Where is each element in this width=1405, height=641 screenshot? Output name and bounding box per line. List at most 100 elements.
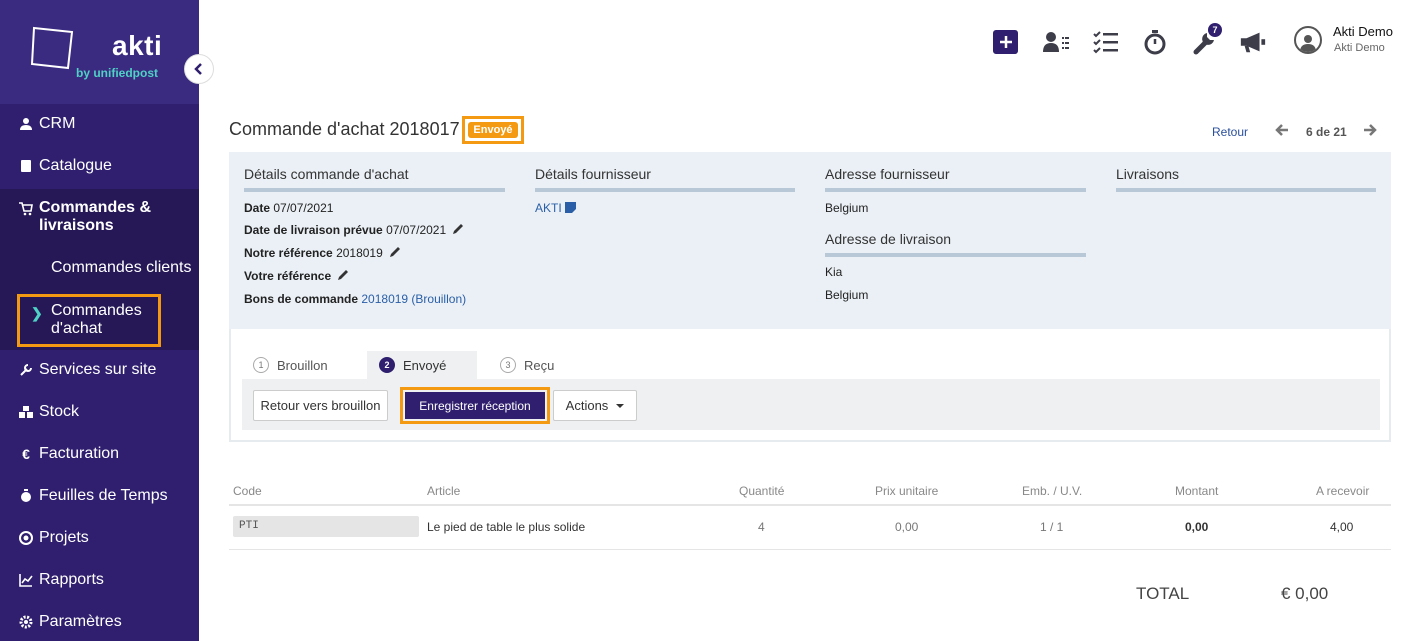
column-header-to-receive: A recevoir: [1316, 484, 1370, 498]
table-header-divider: [229, 504, 1391, 506]
edit-delivery-date-icon[interactable]: [452, 223, 464, 235]
gear-icon: [19, 615, 33, 629]
stopwatch-icon: [1144, 30, 1166, 55]
user-name[interactable]: Akti Demo: [1333, 24, 1393, 39]
delivery-address-title: Adresse de livraison: [825, 231, 1086, 257]
sidebar-item-reports[interactable]: Rapports: [0, 570, 199, 590]
notification-badge: 7: [1208, 23, 1222, 37]
supplier-country: Belgium: [825, 201, 869, 215]
person-icon: [19, 117, 33, 131]
order-date-value: 07/07/2021: [273, 201, 334, 215]
delivery-address-line1: Kia: [825, 265, 843, 279]
megaphone-icon: [1240, 32, 1266, 53]
edit-your-reference-icon[interactable]: [337, 269, 349, 281]
add-button[interactable]: [993, 30, 1018, 54]
tab-step-draft[interactable]: 1 Brouillon: [241, 351, 356, 379]
supplier-address-title: Adresse fournisseur: [825, 166, 1086, 192]
register-reception-button[interactable]: Enregistrer réception: [405, 392, 545, 419]
boxes-icon: [19, 405, 33, 419]
table-cell-quantity[interactable]: 4: [758, 520, 765, 534]
sidebar-item-label: CRM: [39, 115, 76, 132]
collapse-sidebar-button[interactable]: [184, 54, 214, 84]
checklist-icon: [1093, 31, 1118, 54]
sidebar-item-label: Feuilles de Temps: [39, 487, 168, 504]
sidebar-item-label: Catalogue: [39, 157, 112, 174]
stopwatch-icon: [19, 489, 33, 503]
step-label: Reçu: [524, 357, 555, 373]
contacts-icon: [1043, 32, 1069, 52]
our-reference: Notre référence 2018019: [244, 246, 401, 260]
table-cell-pack: 1 / 1: [1040, 520, 1064, 534]
book-icon: [19, 159, 33, 173]
column-header-amount: Montant: [1175, 484, 1219, 498]
column-header-pack: Emb. / U.V.: [1022, 484, 1083, 498]
your-reference-label: Votre référence: [244, 269, 332, 283]
sidebar-item-timesheets[interactable]: Feuilles de Temps: [0, 486, 199, 506]
plus-icon: [999, 36, 1012, 48]
sidebar-item-label: Rapports: [39, 571, 104, 588]
arrow-left-icon[interactable]: [1274, 122, 1290, 138]
table-cell-unit-price[interactable]: 0,00: [895, 520, 918, 534]
tab-step-sent[interactable]: 2 Envoyé: [367, 351, 477, 379]
table-cell-to-receive: 4,00: [1330, 520, 1354, 534]
page-title: Commande d'achat 2018017: [229, 119, 460, 139]
details-panel: Détails commande d'achat Date 07/07/2021…: [229, 152, 1391, 329]
sidebar-item-catalogue[interactable]: Catalogue: [0, 156, 199, 176]
sidebar-item-facturation[interactable]: € Facturation: [0, 444, 199, 464]
column-header-article: Article: [427, 484, 461, 498]
user-avatar[interactable]: [1294, 26, 1322, 54]
purchase-order-link[interactable]: 2018019 (Brouillon): [361, 292, 466, 306]
deliveries-title: Livraisons: [1116, 166, 1376, 192]
supplier-name: AKTI: [535, 201, 577, 215]
sidebar-item-label: Projets: [39, 529, 89, 546]
action-bar: Retour vers brouillon Enregistrer récept…: [242, 379, 1380, 430]
supplier-link[interactable]: AKTI: [535, 201, 562, 215]
arrow-right-icon[interactable]: [1362, 122, 1378, 138]
akti-logo-icon: [30, 26, 74, 70]
register-reception-highlight: Enregistrer réception: [400, 387, 550, 424]
step-number: 2: [379, 357, 395, 373]
delivery-date: Date de livraison prévue 07/07/2021: [244, 223, 464, 237]
caret-down-icon: [616, 403, 625, 408]
tasks-button[interactable]: [1092, 28, 1120, 56]
chart-icon: [19, 573, 33, 587]
sidebar-subitem-achat[interactable]: ❯ Commandes d'achat: [17, 294, 161, 347]
user-company: Akti Demo: [1334, 42, 1385, 54]
sidebar-item-stock[interactable]: Stock: [0, 402, 199, 422]
tab-step-received[interactable]: 3 Reçu: [488, 351, 588, 379]
app: akti by unifiedpost CRM Catalogue Comman…: [0, 0, 1405, 641]
wrench-icon: [19, 363, 33, 377]
table-cell-article: Le pied de table le plus solide: [427, 520, 586, 534]
back-to-draft-button[interactable]: Retour vers brouillon: [253, 390, 388, 421]
sidebar-item-services[interactable]: Services sur site: [0, 360, 199, 380]
timer-button[interactable]: [1141, 28, 1169, 56]
sidebar-subitem-clients[interactable]: Commandes clients: [51, 259, 192, 277]
step-label: Envoyé: [403, 357, 447, 373]
step-number: 1: [253, 357, 269, 373]
sidebar-item-projects[interactable]: Projets: [0, 528, 199, 548]
status-badge: Envoyé: [462, 116, 524, 144]
announcements-button[interactable]: [1239, 28, 1267, 56]
sidebar-item-label: Stock: [39, 403, 80, 420]
note-icon[interactable]: [565, 202, 577, 213]
delivery-country: Belgium: [825, 288, 869, 302]
sidebar-item-crm[interactable]: CRM: [0, 114, 199, 134]
delivery-date-value: 07/07/2021: [386, 223, 447, 237]
sidebar-item-settings[interactable]: Paramètres: [0, 612, 199, 632]
user-icon: [1300, 35, 1316, 52]
cart-icon: [19, 202, 33, 216]
back-link[interactable]: Retour: [1212, 125, 1248, 139]
euro-icon: €: [22, 446, 30, 462]
column-header-quantity: Quantité: [739, 484, 785, 498]
table-row-divider: [229, 549, 1391, 550]
sidebar-item-label: Facturation: [39, 445, 120, 462]
target-icon: [19, 531, 33, 545]
supplier-details-title: Détails fournisseur: [535, 166, 795, 192]
sidebar: akti by unifiedpost CRM Catalogue Comman…: [0, 0, 199, 641]
sidebar-item-orders[interactable]: Commandes & livraisons: [0, 199, 199, 235]
table-cell-amount: 0,00: [1185, 520, 1209, 534]
edit-our-reference-icon[interactable]: [389, 246, 401, 258]
actions-dropdown-button[interactable]: Actions: [553, 390, 637, 421]
brand-tagline: by unifiedpost: [76, 66, 158, 80]
contacts-button[interactable]: [1042, 28, 1070, 56]
